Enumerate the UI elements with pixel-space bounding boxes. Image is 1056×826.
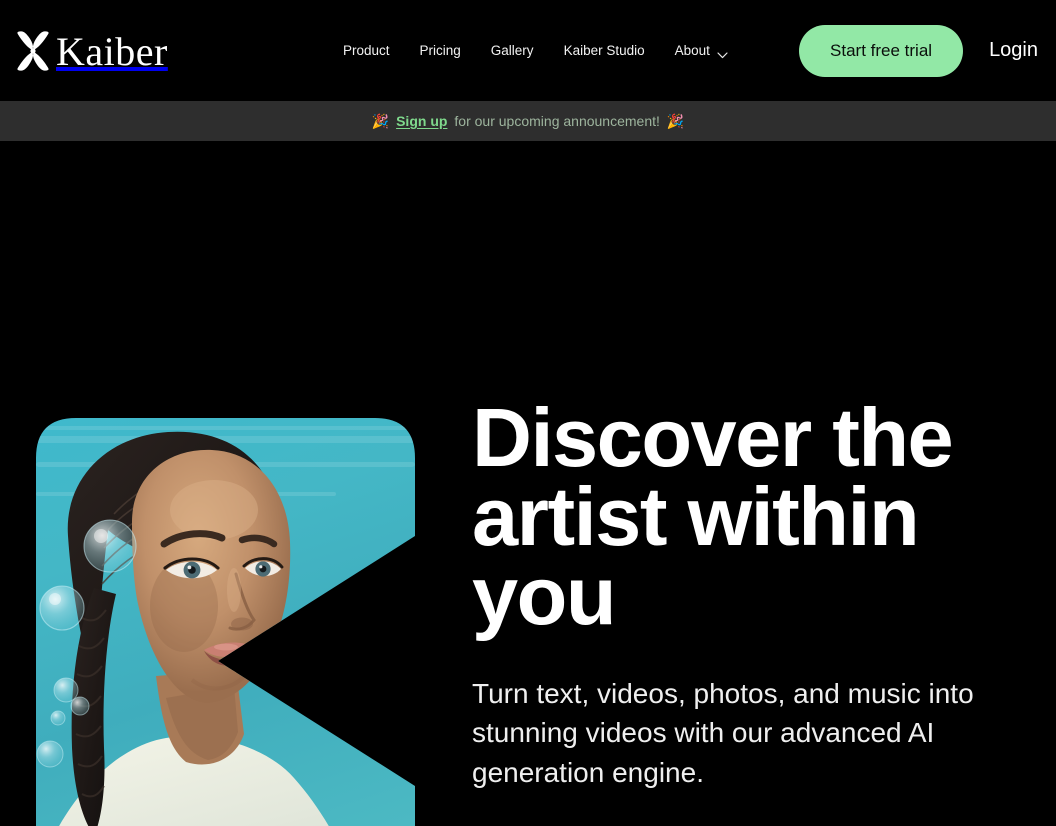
nav-item-pricing[interactable]: Pricing [420,36,461,66]
hero-copy: Discover the artist within you Turn text… [472,391,1042,826]
nav-item-product[interactable]: Product [343,36,390,66]
nav-item-label: Kaiber Studio [563,42,645,58]
login-link[interactable]: Login [987,33,1040,68]
announcement-banner: 🎉 Sign up for our upcoming announcement!… [0,101,1056,141]
announcement-signup-link[interactable]: Sign up [396,113,447,129]
party-popper-icon: 🎉 [666,113,685,129]
chevron-down-icon [717,48,728,59]
hero-artwork [36,418,415,826]
start-free-trial-button[interactable]: Start free trial [799,24,964,77]
main-navigation: Product Pricing Gallery Kaiber Studio Ab… [343,0,728,101]
nav-item-label: Product [343,42,390,58]
nav-item-gallery[interactable]: Gallery [491,36,534,66]
page-title: Discover the artist within you [472,391,954,642]
kaiber-logo-icon [16,31,50,71]
nav-item-kaiber-studio[interactable]: Kaiber Studio [564,36,645,66]
brand-logo[interactable]: Kaiber [16,28,168,74]
hero-section: Discover the artist within you Turn text… [0,141,1056,826]
hero-subtitle: Turn text, videos, photos, and music int… [472,677,974,789]
party-popper-icon: 🎉 [371,113,390,129]
site-header: Kaiber Product Pricing Gallery Kaiber St… [0,0,1056,101]
nav-item-label: Pricing [419,42,461,58]
brand-wordmark: Kaiber [56,29,168,74]
header-actions: Start free trial Login [799,0,1040,101]
nav-item-label: About [674,42,710,58]
announcement-text: for our upcoming announcement! [454,113,660,129]
nav-item-label: Gallery [490,42,534,58]
nav-item-about[interactable]: About [675,36,728,66]
